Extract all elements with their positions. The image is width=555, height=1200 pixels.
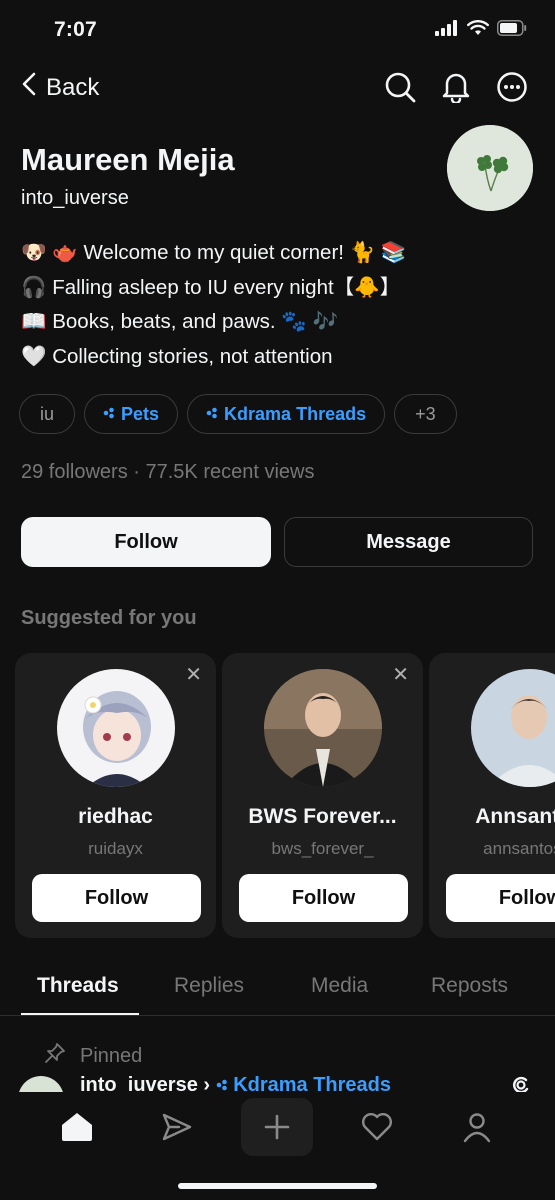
- close-icon[interactable]: ✕: [392, 665, 409, 685]
- suggested-card: ✕ BWS Forever... bws_forever_ Follow: [222, 653, 423, 938]
- post-topic-label: Kdrama Threads: [233, 1074, 392, 1092]
- suggested-follow-button[interactable]: Follow: [446, 874, 555, 922]
- suggested-name: riedhac: [78, 805, 153, 828]
- plus-icon[interactable]: [241, 1098, 313, 1156]
- profile-icon[interactable]: [441, 1098, 513, 1156]
- pinned-post-preview[interactable]: into_iuverse › Kdrama Threads: [0, 1072, 555, 1092]
- status-time: 7:07: [54, 18, 97, 41]
- tag-kdrama-threads[interactable]: Kdrama Threads: [187, 394, 386, 434]
- tag-label: +3: [415, 403, 436, 424]
- person-avatar-image: [471, 669, 555, 787]
- clover-avatar-image: [447, 125, 533, 211]
- suggested-name: BWS Forever...: [248, 805, 397, 828]
- back-label: Back: [46, 73, 100, 101]
- suggested-handle: ruidayx: [88, 839, 143, 858]
- tab-media[interactable]: Media: [311, 974, 368, 998]
- message-button[interactable]: Message: [284, 517, 533, 567]
- threads-logo-icon[interactable]: [509, 1072, 533, 1092]
- profile-tabs: Threads Replies Media Reposts: [0, 956, 555, 1016]
- home-icon[interactable]: [41, 1098, 113, 1156]
- tab-replies[interactable]: Replies: [174, 974, 244, 998]
- tag-pets[interactable]: Pets: [84, 394, 179, 434]
- tag-iu[interactable]: iu: [19, 394, 76, 434]
- pinned-label-row: Pinned: [44, 1042, 142, 1070]
- suggested-avatar[interactable]: [264, 669, 382, 787]
- status-icons: [435, 20, 527, 41]
- suggested-name: Annsantos: [475, 805, 555, 828]
- bio-line: 🐶 🫖 Welcome to my quiet corner! 🐈 📚: [21, 241, 407, 264]
- suggested-carousel[interactable]: ✕ riedhac ruidayx Follow ✕ BWS Forever..…: [15, 653, 555, 938]
- suggested-handle: bws_forever_: [271, 839, 374, 858]
- topic-dots-icon: [103, 406, 115, 422]
- post-header: into_iuverse › Kdrama Threads: [80, 1074, 391, 1092]
- chevron-left-icon: [22, 72, 36, 103]
- status-bar: 7:07: [0, 0, 555, 62]
- bio: 🐶 🫖 Welcome to my quiet corner! 🐈 📚 🎧 Fa…: [21, 236, 521, 374]
- anime-avatar-image: [57, 669, 175, 787]
- suggested-follow-button[interactable]: Follow: [32, 874, 201, 922]
- wifi-icon: [467, 20, 489, 41]
- post-separator: ›: [203, 1074, 211, 1092]
- topic-dots-icon: [216, 1079, 227, 1091]
- suggested-handle: annsantostu: [483, 839, 555, 858]
- suggested-title: Suggested for you: [21, 607, 197, 629]
- close-icon[interactable]: ✕: [185, 665, 202, 685]
- bio-line: 📖 Books, beats, and paws. 🐾 🎶: [21, 310, 339, 333]
- tab-threads[interactable]: Threads: [37, 974, 119, 998]
- more-icon[interactable]: [495, 70, 529, 104]
- heart-icon[interactable]: [341, 1098, 413, 1156]
- tag-label: Pets: [121, 403, 160, 424]
- top-nav: Back: [0, 66, 555, 112]
- follow-button[interactable]: Follow: [21, 517, 271, 567]
- profile-handle: into_iuverse: [21, 187, 129, 209]
- search-icon[interactable]: [383, 70, 417, 104]
- suggested-avatar[interactable]: [471, 669, 555, 787]
- profile-tags: iu Pets Kdrama Threads +3: [19, 394, 457, 434]
- send-icon[interactable]: [141, 1098, 213, 1156]
- post-author[interactable]: into_iuverse: [80, 1074, 198, 1092]
- suggested-follow-button[interactable]: Follow: [239, 874, 408, 922]
- active-tab-indicator: [21, 1013, 139, 1015]
- pinned-label: Pinned: [80, 1044, 143, 1067]
- tab-reposts[interactable]: Reposts: [431, 974, 508, 998]
- profile-stats[interactable]: 29 followers · 77.5K recent views: [21, 461, 314, 484]
- post-avatar[interactable]: [18, 1076, 64, 1092]
- profile-name: Maureen Mejia: [21, 142, 235, 177]
- battery-icon: [497, 20, 527, 41]
- suggested-avatar[interactable]: [57, 669, 175, 787]
- tag-label: iu: [40, 403, 55, 424]
- post-topic[interactable]: Kdrama Threads: [216, 1074, 391, 1092]
- home-indicator: [178, 1183, 377, 1189]
- avatar[interactable]: [447, 125, 533, 211]
- topic-dots-icon: [206, 406, 218, 422]
- back-button[interactable]: Back: [22, 72, 99, 103]
- suggested-card: ✕ riedhac ruidayx Follow: [15, 653, 216, 938]
- bio-line: 🤍 Collecting stories, not attention: [21, 344, 333, 368]
- bottom-tab-bar: [0, 1092, 555, 1200]
- bio-line: 🎧 Falling asleep to IU every night【🐥】: [21, 275, 401, 299]
- tag-label: Kdrama Threads: [224, 403, 367, 424]
- suggested-card: Annsantos annsantostu Follow: [429, 653, 555, 938]
- bell-icon[interactable]: [439, 70, 473, 104]
- signal-icon: [435, 20, 459, 41]
- pin-icon: [44, 1042, 66, 1070]
- tag-more[interactable]: +3: [394, 394, 457, 434]
- person-avatar-image: [264, 669, 382, 787]
